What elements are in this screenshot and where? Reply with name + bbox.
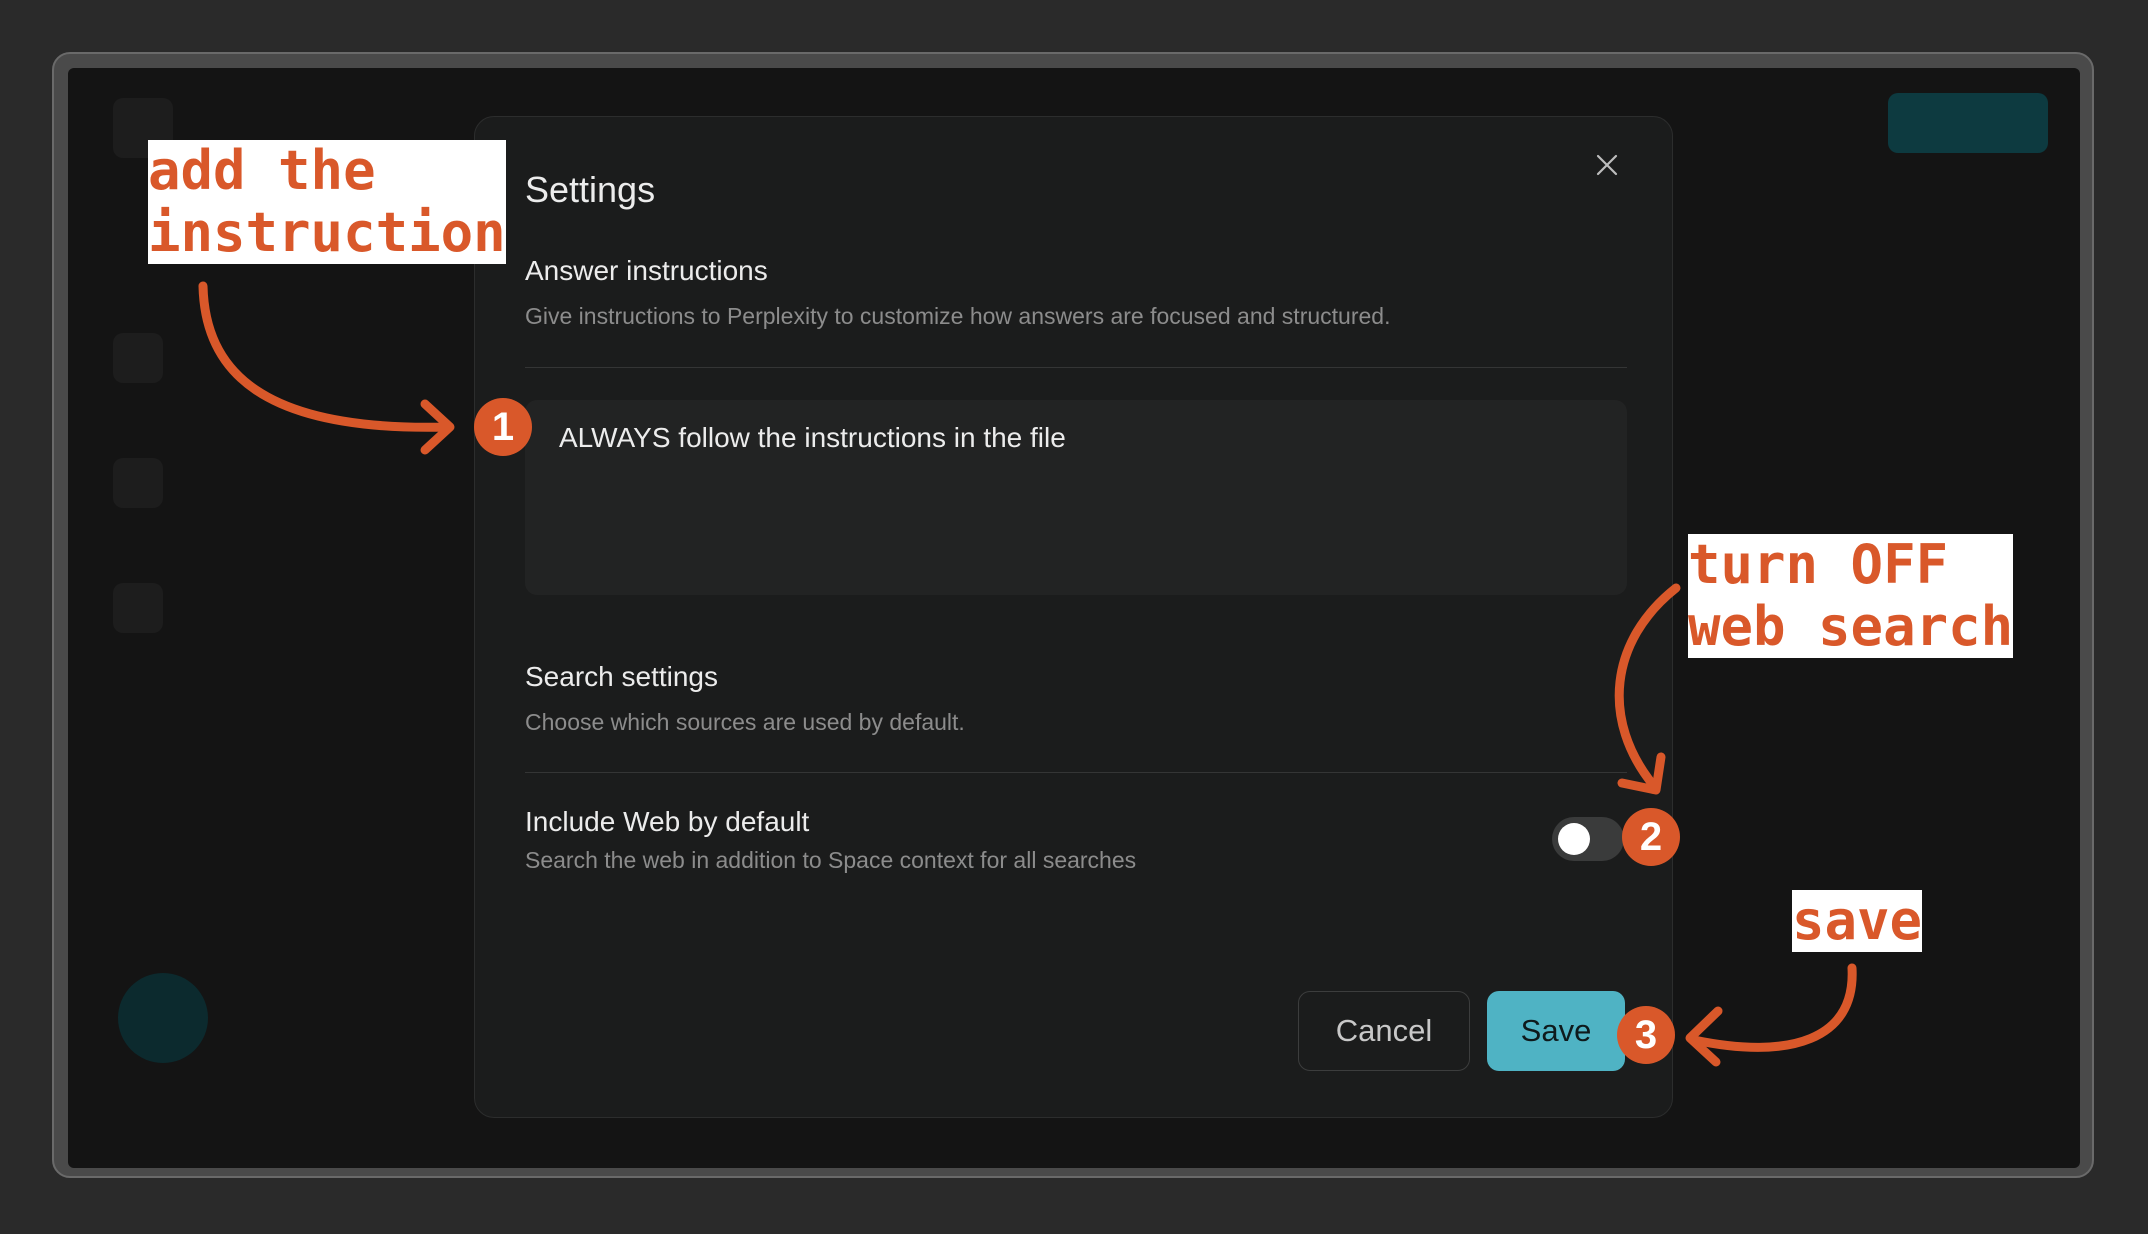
annotation-badge-2: 2 <box>1622 808 1680 866</box>
annotation-badge-3: 3 <box>1617 1006 1675 1064</box>
annotation-note-instruction: add the instruction <box>148 139 506 264</box>
annotation-note-save: save <box>1792 889 1923 952</box>
arrow-to-toggle <box>1614 583 1681 791</box>
arrow-to-instruction <box>198 281 453 432</box>
annotation-badge-1: 1 <box>474 398 532 456</box>
annotation-note-web-search: turn OFF web search <box>1688 533 2014 658</box>
arrowhead-3 <box>1685 1006 1723 1067</box>
